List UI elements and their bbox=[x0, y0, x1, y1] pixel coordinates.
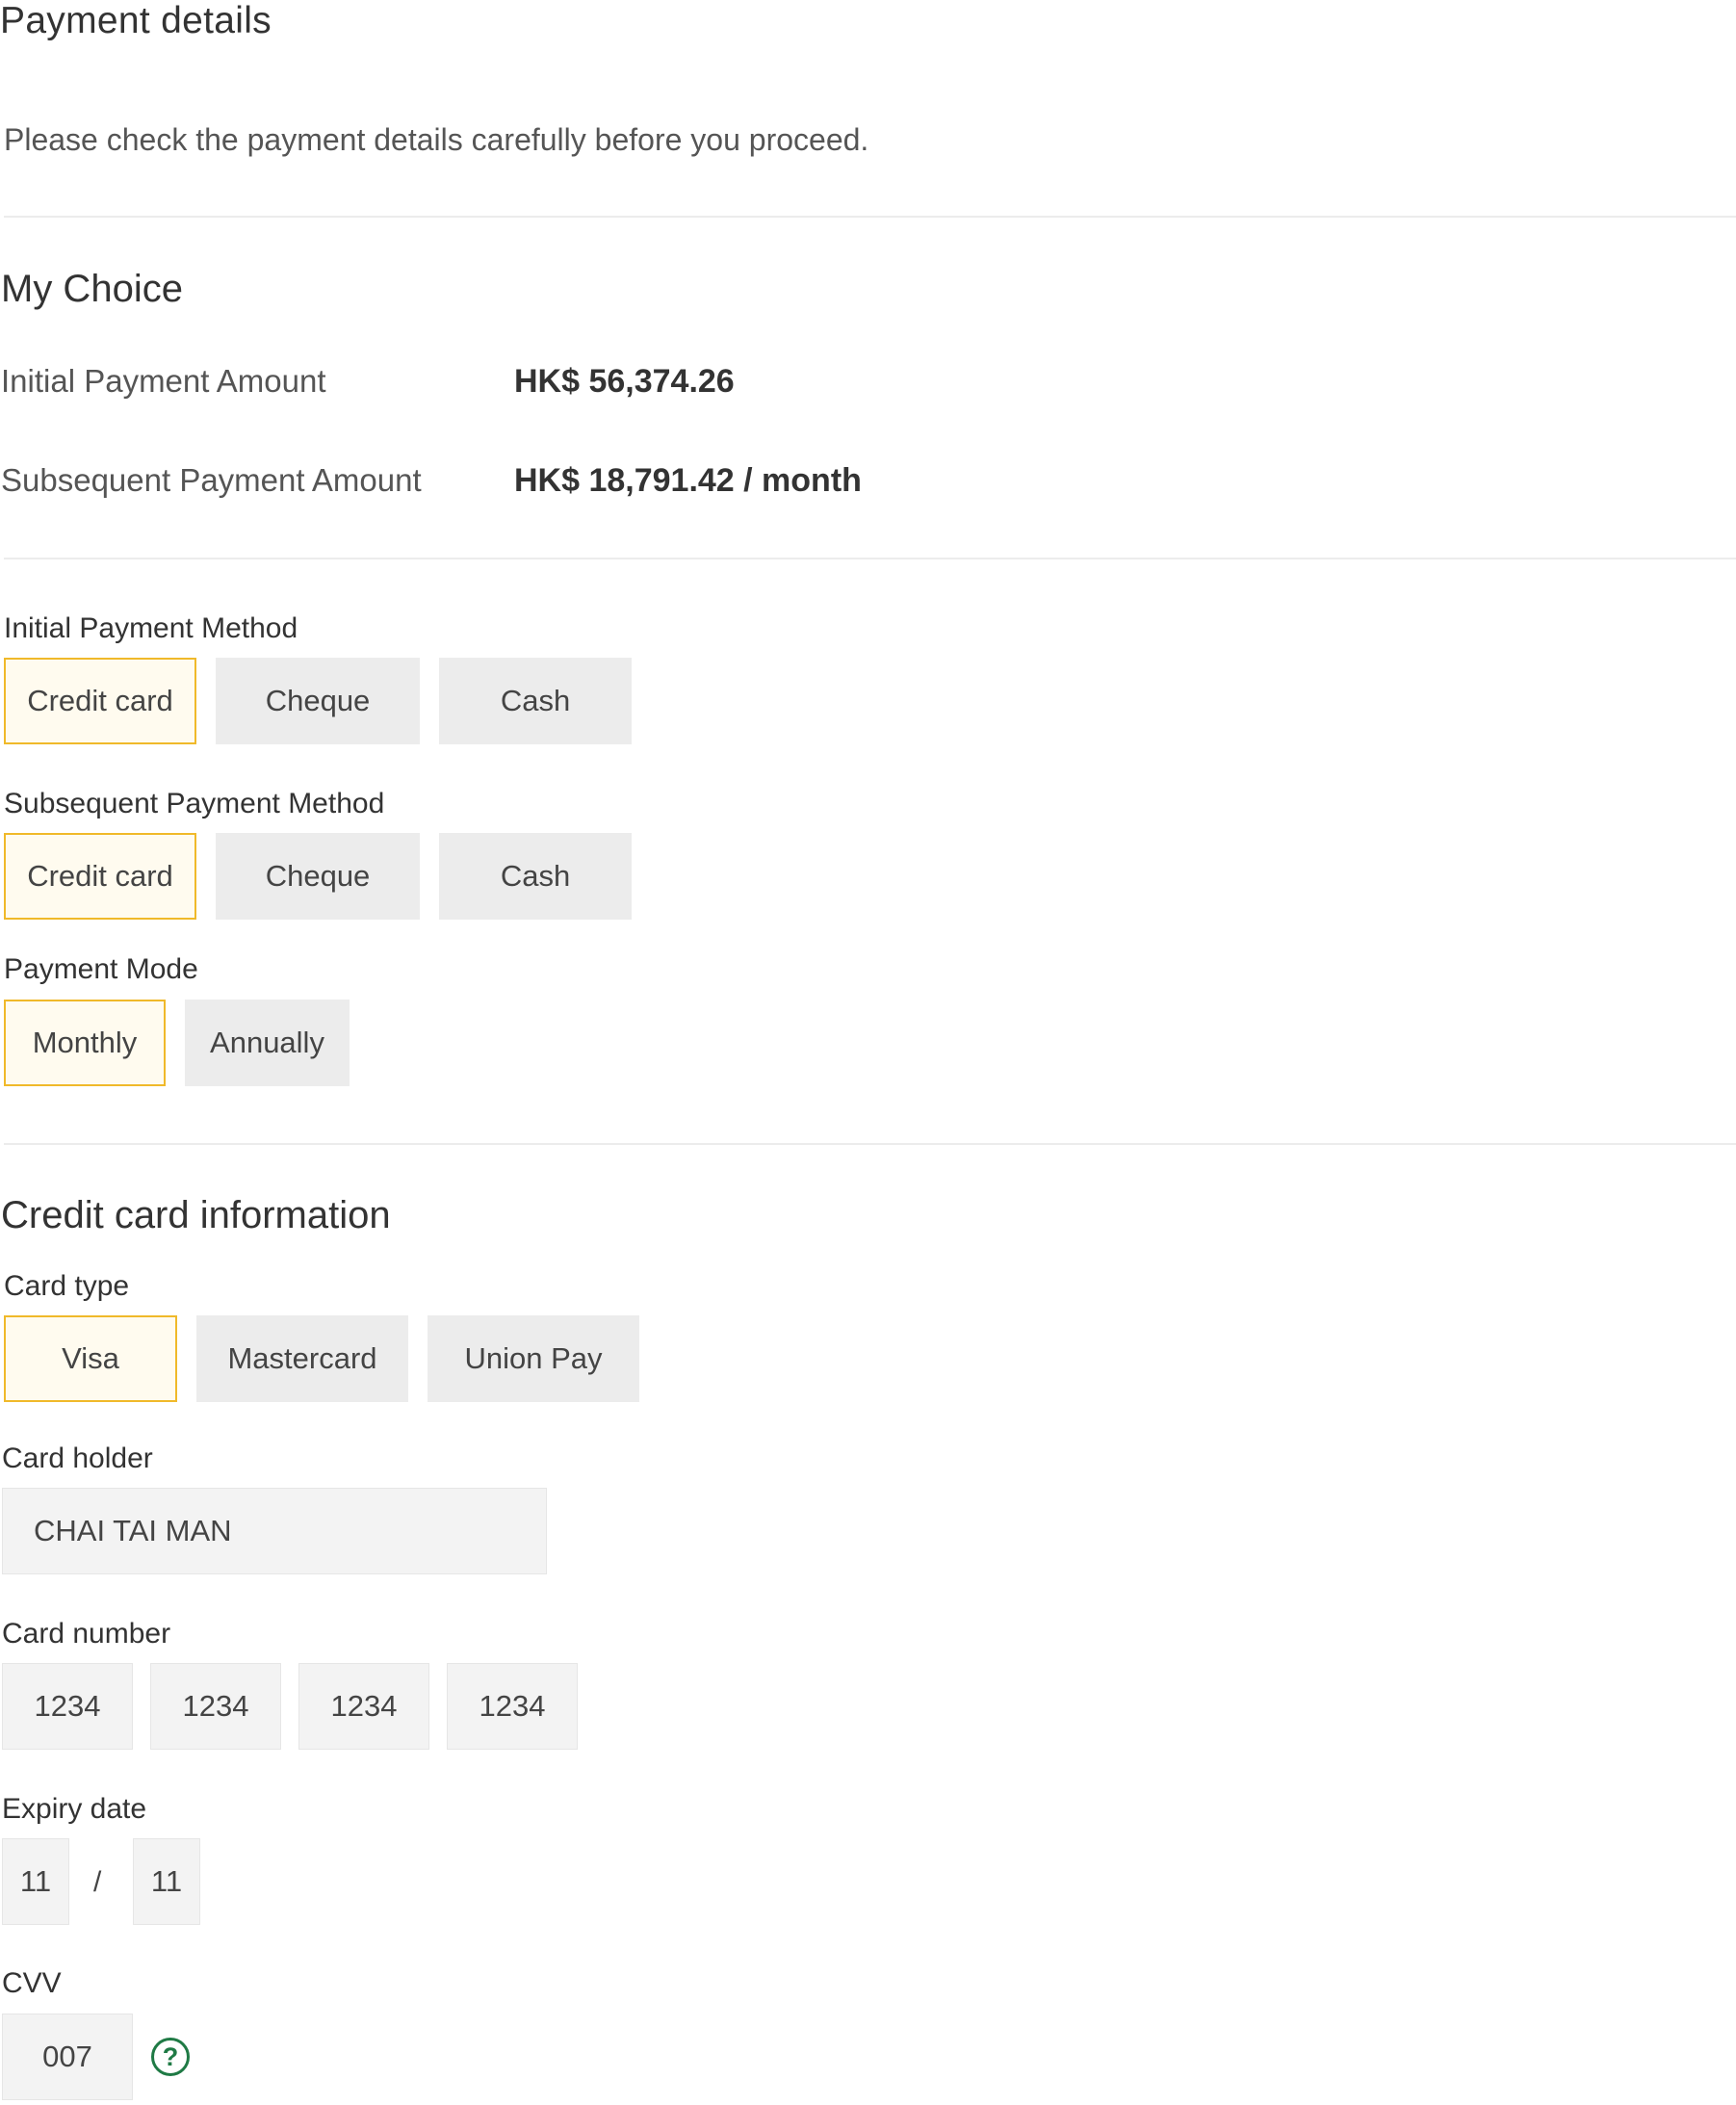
payment-mode-monthly-option[interactable]: Monthly bbox=[4, 1000, 166, 1086]
initial-method-credit-card-option[interactable]: Credit card bbox=[4, 658, 196, 744]
question-circle-icon[interactable]: ? bbox=[151, 2038, 190, 2076]
card-type-mastercard-option[interactable]: Mastercard bbox=[196, 1315, 408, 1402]
initial-method-cheque-option[interactable]: Cheque bbox=[216, 658, 420, 744]
subsequent-method-cash-option[interactable]: Cash bbox=[439, 833, 632, 920]
card-number-input-1[interactable]: 1234 bbox=[2, 1663, 133, 1750]
card-number-input-3[interactable]: 1234 bbox=[298, 1663, 429, 1750]
divider bbox=[4, 558, 1736, 559]
card-number-input-4[interactable]: 1234 bbox=[447, 1663, 578, 1750]
expiry-date-label: Expiry date bbox=[2, 1793, 147, 1825]
subsequent-payment-amount-value: HK$ 18,791.42 / month bbox=[514, 462, 862, 499]
credit-card-heading: Credit card information bbox=[1, 1194, 391, 1236]
cvv-input[interactable]: 007 bbox=[2, 2014, 133, 2100]
subsequent-payment-amount-label: Subsequent Payment Amount bbox=[1, 462, 422, 498]
page-title: Payment details bbox=[0, 0, 272, 41]
card-type-union-pay-option[interactable]: Union Pay bbox=[428, 1315, 639, 1402]
intro-text: Please check the payment details careful… bbox=[4, 122, 869, 157]
expiry-year-input[interactable]: 11 bbox=[133, 1838, 200, 1925]
card-number-input-2[interactable]: 1234 bbox=[150, 1663, 281, 1750]
payment-mode-annually-option[interactable]: Annually bbox=[185, 1000, 350, 1086]
card-holder-input[interactable]: CHAI TAI MAN bbox=[2, 1488, 547, 1574]
initial-payment-amount-label: Initial Payment Amount bbox=[1, 363, 326, 399]
divider bbox=[4, 216, 1736, 218]
cvv-label: CVV bbox=[2, 1967, 62, 1999]
initial-payment-method-label: Initial Payment Method bbox=[4, 612, 298, 644]
divider bbox=[4, 1143, 1736, 1145]
subsequent-method-cheque-option[interactable]: Cheque bbox=[216, 833, 420, 920]
card-type-visa-option[interactable]: Visa bbox=[4, 1315, 177, 1402]
card-holder-label: Card holder bbox=[2, 1442, 153, 1474]
my-choice-heading: My Choice bbox=[1, 268, 183, 310]
card-type-label: Card type bbox=[4, 1270, 130, 1302]
expiry-month-input[interactable]: 11 bbox=[2, 1838, 69, 1925]
subsequent-payment-method-label: Subsequent Payment Method bbox=[4, 788, 385, 819]
subsequent-method-credit-card-option[interactable]: Credit card bbox=[4, 833, 196, 920]
initial-method-cash-option[interactable]: Cash bbox=[439, 658, 632, 744]
payment-mode-label: Payment Mode bbox=[4, 953, 198, 985]
expiry-separator: / bbox=[93, 1866, 102, 1898]
initial-payment-amount-value: HK$ 56,374.26 bbox=[514, 363, 735, 400]
card-number-label: Card number bbox=[2, 1618, 171, 1650]
